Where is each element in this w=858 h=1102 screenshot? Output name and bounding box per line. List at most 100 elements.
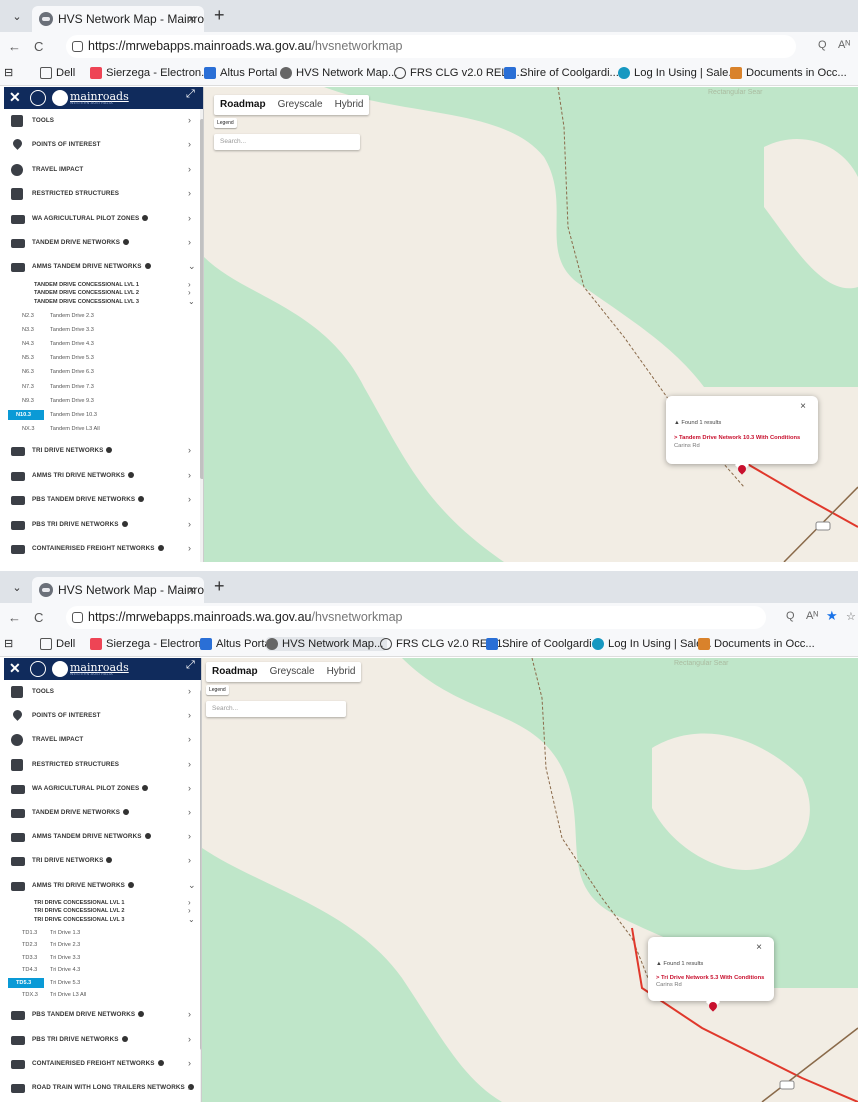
chevron-down-icon[interactable]: ⌄ [188, 297, 195, 306]
info-icon[interactable] [138, 1011, 145, 1018]
chevron-right-icon[interactable]: › [188, 831, 191, 841]
chevron-right-icon[interactable]: › [188, 115, 191, 125]
bookmark-hvs[interactable]: HVS Network Map... [280, 66, 397, 80]
info-icon[interactable] [142, 784, 149, 791]
bookmark-shire[interactable]: Shire of Coolgardi... [486, 637, 601, 651]
bookmark-hvs[interactable]: HVS Network Map... [266, 637, 388, 651]
info-icon[interactable] [123, 809, 130, 815]
menu-item-amms-tandem-drive-networks[interactable]: AMMS TANDEM DRIVE NETWORKS › [4, 825, 200, 849]
menu-item-tandem-drive-networks[interactable]: TANDEM DRIVE NETWORKS › [4, 231, 200, 255]
menu-item-travel-impact[interactable]: TRAVEL IMPACT › [4, 728, 200, 752]
chevron-right-icon[interactable]: › [188, 1009, 191, 1019]
result-link[interactable]: > Tri Drive Network 5.3 With Conditions [656, 975, 764, 981]
menu-item-restricted-structures[interactable]: RESTRICTED STRUCTURES › [4, 753, 200, 777]
tab-close-icon[interactable]: × [188, 577, 195, 603]
chevron-right-icon[interactable]: › [188, 855, 191, 865]
info-icon[interactable] [123, 239, 130, 245]
chevron-down-icon[interactable]: ⌄ [188, 915, 195, 924]
layer-item-n3-3[interactable]: N3.3 Tandem Drive 3.3 [4, 324, 200, 338]
chevron-right-icon[interactable]: › [188, 164, 191, 174]
info-icon[interactable] [127, 471, 134, 478]
chevron-down-icon[interactable]: ⌄ [188, 261, 196, 272]
info-icon[interactable] [106, 857, 113, 864]
chevron-right-icon[interactable]: › [188, 139, 191, 149]
menu-item-wa-agricultural-pilot-zones[interactable]: WA AGRICULTURAL PILOT ZONES › [4, 777, 200, 801]
menu-item-pbs-tri-drive-networks[interactable]: PBS TRI DRIVE NETWORKS › [4, 1028, 200, 1052]
read-aloud-icon[interactable]: Aᴺ [806, 610, 818, 622]
layer-item-n7-3[interactable]: N7.3 Tandem Drive 7.3 [4, 381, 200, 395]
close-sidebar-icon[interactable]: ✕ [9, 660, 21, 677]
legend-button[interactable]: Legend [206, 685, 229, 695]
chevron-right-icon[interactable]: › [188, 759, 191, 769]
info-icon[interactable] [138, 496, 145, 503]
menu-item-containerised-freight-networks[interactable]: CONTAINERISED FREIGHT NETWORKS › [4, 537, 200, 561]
menu-item-amms-tri-drive-networks[interactable]: AMMS TRI DRIVE NETWORKS › [4, 464, 200, 488]
close-sidebar-icon[interactable]: ✕ [9, 89, 21, 106]
favorite-star-icon[interactable]: ★ [826, 608, 838, 624]
reload-button[interactable]: C [34, 39, 43, 54]
bookmark-documents[interactable]: Documents in Occ... [730, 66, 847, 80]
info-icon[interactable] [144, 833, 151, 840]
bookmark-altus[interactable]: Altus Portal [200, 637, 273, 651]
menu-item-tri-drive-networks[interactable]: TRI DRIVE NETWORKS › [4, 439, 200, 463]
reload-button[interactable]: C [34, 610, 43, 625]
layer-item-n4-3[interactable]: N4.3 Tandem Drive 4.3 [4, 338, 200, 352]
layer-item-n5-3[interactable]: N5.3 Tandem Drive 5.3 [4, 352, 200, 366]
menu-item-wa-agricultural-pilot-zones[interactable]: WA AGRICULTURAL PILOT ZONES › [4, 207, 200, 231]
bookmark-sierzega[interactable]: Sierzega - Electron... [90, 66, 210, 80]
map-type-roadmap[interactable]: Roadmap [214, 95, 272, 115]
bookmark-sierzega[interactable]: Sierzega - Electron... [90, 637, 210, 651]
tab-list-button[interactable]: ⌄ [8, 8, 26, 26]
menu-item-tools[interactable]: TOOLS › [4, 680, 200, 704]
back-button[interactable]: ← [8, 39, 21, 54]
bookmark-salesforce[interactable]: Log In Using | Sale... [592, 637, 712, 651]
menu-item-pbs-tandem-drive-networks[interactable]: PBS TANDEM DRIVE NETWORKS › [4, 488, 200, 512]
menu-item-points-of-interest[interactable]: POINTS OF INTEREST › [4, 133, 200, 157]
submenu-tandem-drive-concessional-lvl-3[interactable]: TANDEM DRIVE CONCESSIONAL LVL 3 ⌄ [4, 297, 200, 307]
chevron-right-icon[interactable]: › [188, 710, 191, 720]
info-icon[interactable] [121, 520, 128, 527]
info-icon[interactable] [106, 447, 113, 454]
result-link[interactable]: > Tandem Drive Network 10.3 With Conditi… [674, 435, 800, 441]
zoom-icon[interactable]: Q [818, 39, 827, 51]
new-tab-button[interactable]: + [214, 5, 225, 26]
bookmark-documents[interactable]: Documents in Occ... [698, 637, 815, 651]
menu-item-tri-drive-networks[interactable]: TRI DRIVE NETWORKS › [4, 849, 200, 873]
chevron-right-icon[interactable]: › [188, 470, 191, 480]
menu-item-amms-tandem-drive-networks[interactable]: AMMS TANDEM DRIVE NETWORKS ⌄ [4, 255, 200, 279]
expand-icon[interactable]: ⤢ [186, 659, 195, 672]
chevron-right-icon[interactable]: › [188, 445, 191, 455]
expand-icon[interactable]: ⤢ [186, 88, 195, 101]
info-icon[interactable] [127, 881, 134, 888]
chevron-right-icon[interactable]: › [188, 686, 191, 696]
menu-item-containerised-freight-networks[interactable]: CONTAINERISED FREIGHT NETWORKS › [4, 1052, 200, 1076]
collections-icon[interactable]: ⊟ [4, 637, 13, 651]
layer-item-n6-3[interactable]: N6.3 Tandem Drive 6.3 [4, 366, 200, 380]
popup-close-icon[interactable]: × [800, 401, 806, 412]
menu-item-pbs-tandem-drive-networks[interactable]: PBS TANDEM DRIVE NETWORKS › [4, 1003, 200, 1027]
chevron-right-icon[interactable]: › [188, 1082, 191, 1092]
submenu-tri-drive-concessional-lvl-3[interactable]: TRI DRIVE CONCESSIONAL LVL 3 ⌄ [4, 915, 200, 925]
layer-item-tdx-3[interactable]: TDX.3 Tri Drive L3 All [4, 989, 200, 1003]
popup-close-icon[interactable]: × [756, 942, 762, 953]
info-icon[interactable] [121, 1035, 128, 1042]
favorites-icon[interactable]: ☆ [846, 610, 856, 623]
back-button[interactable]: ← [8, 610, 21, 625]
chevron-right-icon[interactable]: › [188, 237, 191, 247]
legend-button[interactable]: Legend [214, 118, 237, 128]
menu-item-tools[interactable]: TOOLS › [4, 109, 200, 133]
map-type-hybrid[interactable]: Hybrid [329, 95, 370, 115]
chevron-right-icon[interactable]: › [188, 519, 191, 529]
layer-item-n2-3[interactable]: N2.3 Tandem Drive 2.3 [4, 310, 200, 324]
map-search-input[interactable]: Search... [206, 701, 346, 717]
bookmark-dell[interactable]: Dell [40, 66, 75, 80]
map-type-roadmap[interactable]: Roadmap [206, 662, 264, 682]
chevron-right-icon[interactable]: › [188, 734, 191, 744]
layer-item-nx-3[interactable]: NX.3 Tandem Drive L3 All [4, 423, 200, 437]
map-type-greyscale[interactable]: Greyscale [272, 95, 329, 115]
bookmark-salesforce[interactable]: Log In Using | Sale... [618, 66, 738, 80]
collections-icon[interactable]: ⊟ [4, 66, 13, 80]
menu-item-road-train-with-long-trailers-networks[interactable]: ROAD TRAIN WITH LONG TRAILERS NETWORKS › [4, 1076, 200, 1100]
chevron-right-icon[interactable]: › [188, 494, 191, 504]
menu-item-travel-impact[interactable]: TRAVEL IMPACT › [4, 158, 200, 182]
